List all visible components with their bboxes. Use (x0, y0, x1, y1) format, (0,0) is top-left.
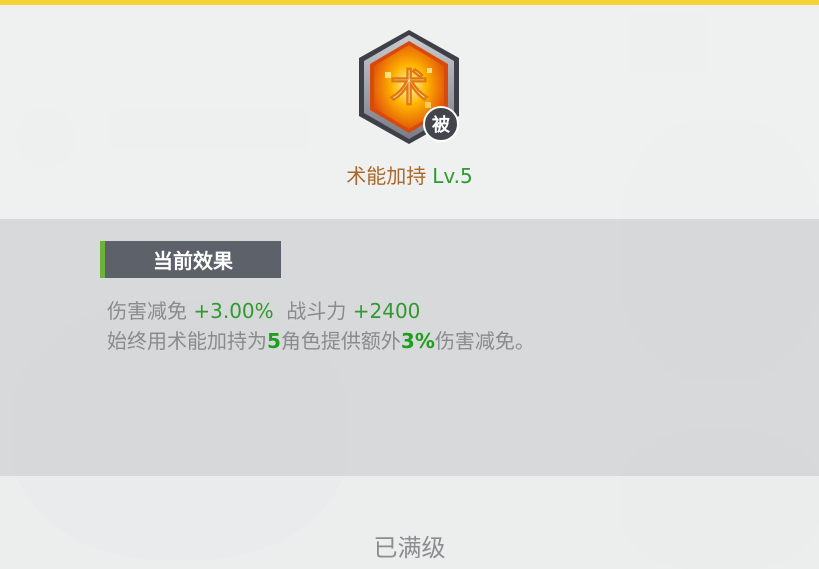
max-level-label: 已满级 (373, 534, 446, 562)
stat-power-label: 战斗力 (286, 299, 347, 323)
skill-title: 术能加持 Lv.5 (0, 160, 819, 189)
desc-number-1: 5 (267, 329, 281, 353)
effect-desc-line: 始终用术能加持为5角色提供额外3%伤害减免。 (107, 326, 577, 356)
desc-text-1: 始终用术能加持为 (107, 329, 267, 353)
passive-badge: 被 (432, 114, 451, 136)
stat-damage-reduction-value: +3.00% (193, 299, 274, 323)
desc-text-3: 伤害减免。 (434, 329, 535, 353)
desc-text-2: 角色提供额外 (280, 329, 401, 353)
skill-emblem-icon: 术 被 (359, 30, 459, 144)
skill-emblem-glyph: 术 (390, 66, 428, 110)
stat-damage-reduction-label: 伤害减免 (107, 299, 187, 323)
skill-name: 术能加持 (346, 164, 427, 188)
current-effect-header: 当前效果 (100, 241, 281, 278)
desc-number-2: 3% (400, 329, 435, 353)
stat-power-value: +2400 (352, 299, 421, 323)
effect-description: 伤害减免 +3.00% 战斗力 +2400 始终用术能加持为5角色提供额外3%伤… (107, 296, 577, 356)
effect-stats-line: 伤害减免 +3.00% 战斗力 +2400 (107, 296, 577, 326)
skill-level: Lv.5 (432, 164, 473, 188)
